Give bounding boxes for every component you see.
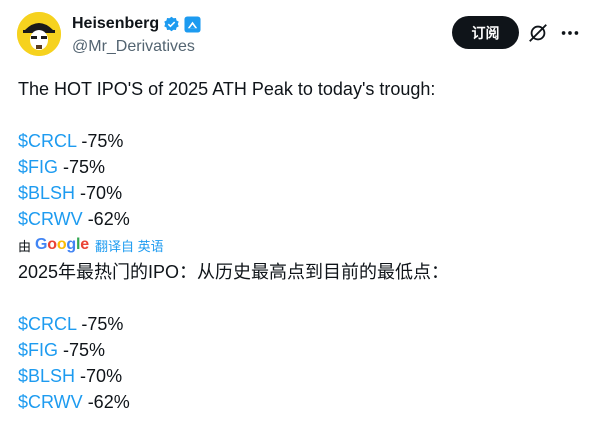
change-value: -75%: [58, 340, 106, 360]
avatar-icon: [17, 12, 61, 56]
translated-item: $CRWV -62%: [18, 389, 588, 415]
tweet-line: The HOT IPO'S of 2025 ATH Peak to today'…: [18, 79, 436, 99]
more-icon[interactable]: [559, 22, 581, 44]
translate-prefix: 由: [18, 238, 32, 254]
avatar[interactable]: [17, 12, 61, 56]
translated-item: $CRCL -75%: [18, 311, 588, 337]
handle[interactable]: @Mr_Derivatives: [72, 38, 195, 56]
change-value: -75%: [76, 131, 124, 151]
cashtag-link[interactable]: $CRWV: [18, 209, 83, 229]
translated-item: $BLSH -70%: [18, 363, 588, 389]
change-value: -70%: [75, 366, 123, 386]
change-value: -75%: [58, 157, 106, 177]
cashtag-link[interactable]: $CRWV: [18, 392, 83, 412]
tweet-item: $FIG -75%: [18, 154, 588, 180]
translated-line: 2025年最热门的IPO：从历史最高点到目前的最低点：: [18, 262, 450, 282]
cashtag-link[interactable]: $FIG: [18, 157, 58, 177]
cashtag-link[interactable]: $FIG: [18, 340, 58, 360]
tweet-header: Heisenberg @Mr_Derivatives 订阅: [0, 0, 604, 70]
translated-text: 2025年最热门的IPO：从历史最高点到目前的最低点： $CRCL -75% $…: [18, 259, 588, 415]
verified-badge-icon: [164, 16, 179, 31]
translated-item: $FIG -75%: [18, 337, 588, 363]
cashtag-link[interactable]: $BLSH: [18, 183, 75, 203]
subscribe-button[interactable]: 订阅: [452, 16, 519, 49]
change-value: -62%: [82, 392, 130, 412]
google-logo: Google: [35, 236, 89, 253]
name-row: Heisenberg: [72, 15, 201, 33]
grok-icon[interactable]: [527, 22, 549, 44]
display-name[interactable]: Heisenberg: [72, 15, 159, 33]
tweet-text: The HOT IPO'S of 2025 ATH Peak to today'…: [18, 76, 588, 232]
translate-source-link[interactable]: 翻译自 英语: [95, 236, 164, 255]
tweet-item: $BLSH -70%: [18, 180, 588, 206]
cashtag-link[interactable]: $CRCL: [18, 314, 76, 334]
translation-attribution: 由 Google 翻译自 英语: [18, 235, 164, 255]
change-value: -62%: [82, 209, 130, 229]
cashtag-link[interactable]: $CRCL: [18, 131, 76, 151]
tweet-item: $CRWV -62%: [18, 206, 588, 232]
change-value: -70%: [75, 183, 123, 203]
tweet-item: $CRCL -75%: [18, 128, 588, 154]
change-value: -75%: [76, 314, 124, 334]
cashtag-link[interactable]: $BLSH: [18, 366, 75, 386]
affiliate-badge-icon[interactable]: [184, 15, 201, 33]
